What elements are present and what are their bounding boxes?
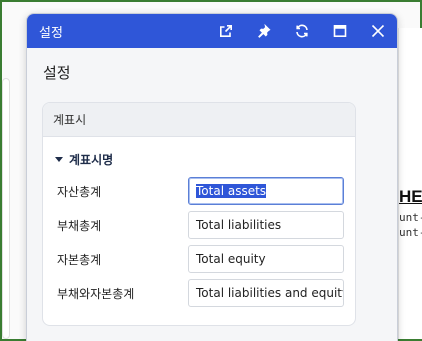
settings-dialog: 설정 설정 계표시 계표시명 자산총계 Total assets 부채총계 To… xyxy=(26,13,398,341)
pin-icon xyxy=(258,24,271,38)
refresh-icon xyxy=(296,24,308,38)
background-left-panel xyxy=(2,78,10,339)
background-heading-fragment: HE xyxy=(399,187,422,206)
close-icon xyxy=(371,24,385,38)
background-text-line: unt-3 xyxy=(399,211,422,224)
field-label: 부채총계 xyxy=(57,219,102,233)
total-equity-input[interactable]: Total equity xyxy=(188,245,344,273)
field-label: 자본총계 xyxy=(57,253,102,267)
subsection-title: 계표시명 xyxy=(69,152,114,167)
dialog-titlebar[interactable]: 설정 xyxy=(27,14,397,48)
group-header: 계표시 xyxy=(43,103,355,137)
external-link-icon xyxy=(220,25,232,37)
background-text-line: unt-3 xyxy=(399,226,422,239)
maximize-button[interactable] xyxy=(321,14,359,48)
field-row-total-liabilities: 부채총계 Total liabilities xyxy=(43,211,355,239)
total-display-group: 계표시 계표시명 자산총계 Total assets 부채총계 Total li… xyxy=(42,102,356,326)
refresh-button[interactable] xyxy=(283,14,321,48)
field-label: 자산총계 xyxy=(57,185,102,199)
caret-down-icon xyxy=(55,156,63,162)
field-row-total-assets: 자산총계 Total assets xyxy=(43,177,355,205)
subsection-toggle[interactable]: 계표시명 xyxy=(55,151,355,167)
dialog-body: 설정 xyxy=(27,62,397,84)
background-right-panel xyxy=(398,28,422,339)
total-liabilities-and-equity-input[interactable]: Total liabilities and equity xyxy=(188,279,344,307)
page-title: 설정 xyxy=(43,64,71,82)
maximize-icon xyxy=(333,24,347,37)
total-liabilities-input[interactable]: Total liabilities xyxy=(188,211,344,239)
selected-text: Total assets xyxy=(196,184,267,198)
field-label: 부채와자본총계 xyxy=(57,287,135,301)
popout-button[interactable] xyxy=(207,14,245,48)
field-row-total-equity: 자본총계 Total equity xyxy=(43,245,355,273)
total-assets-input[interactable]: Total assets xyxy=(188,177,344,205)
dialog-title: 설정 xyxy=(39,25,63,41)
pin-button[interactable] xyxy=(245,14,283,48)
field-row-total-liabilities-and-equity: 부채와자본총계 Total liabilities and equity xyxy=(43,279,355,307)
close-button[interactable] xyxy=(359,14,397,48)
